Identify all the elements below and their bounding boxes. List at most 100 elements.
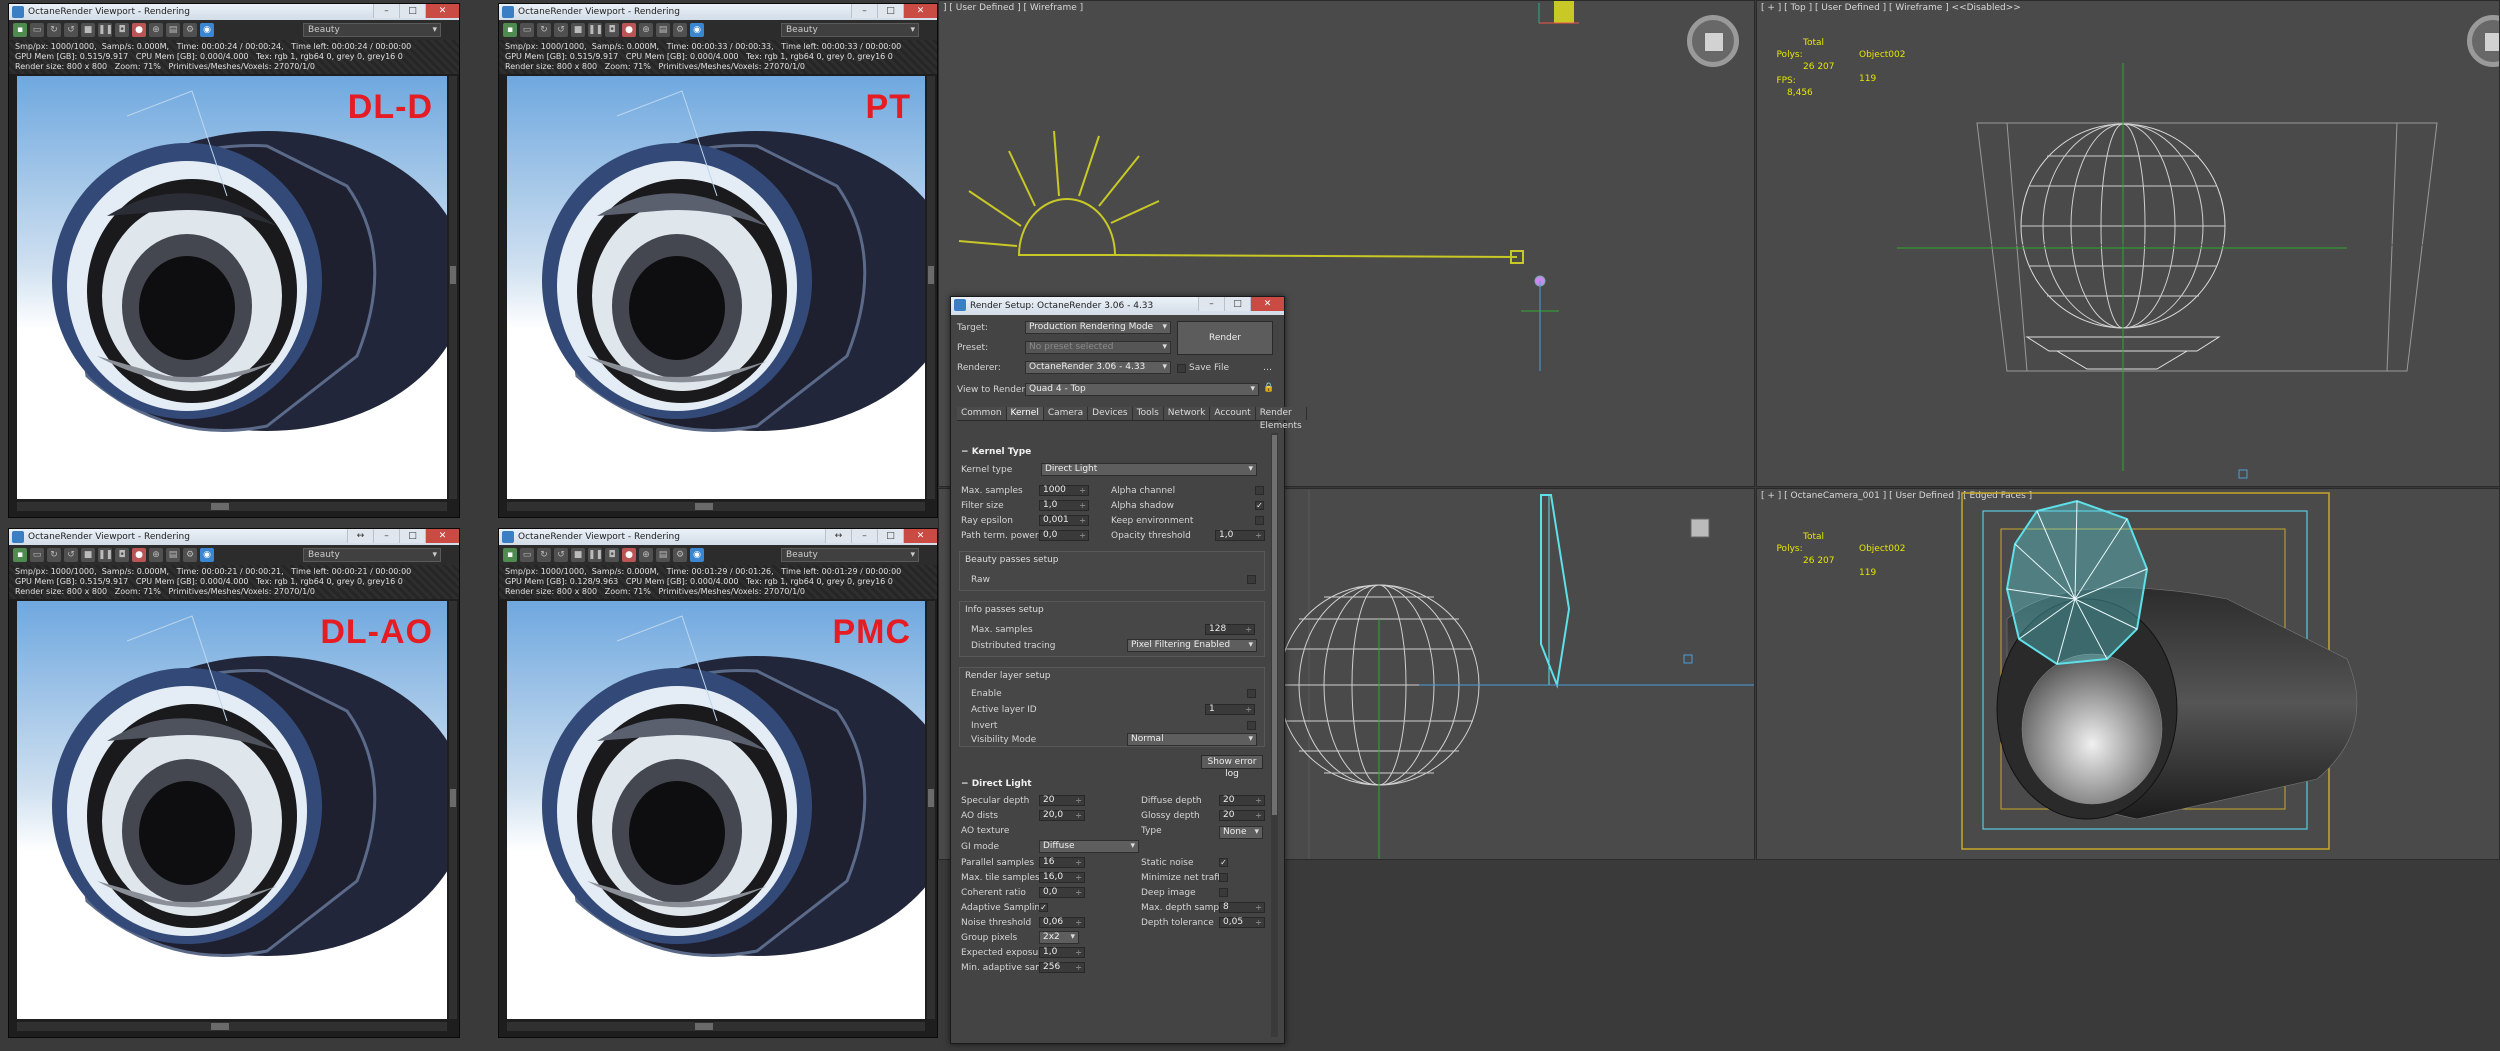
stop-icon[interactable]: ■ — [571, 548, 585, 562]
focus-picker-icon[interactable]: ⊕ — [149, 23, 163, 37]
raw-checkbox[interactable] — [1247, 575, 1256, 584]
close-button[interactable]: ✕ — [425, 529, 459, 543]
viewcube-icon[interactable] — [1687, 15, 1739, 67]
enable-checkbox[interactable] — [1247, 689, 1256, 698]
horizontal-scrollbar[interactable] — [17, 502, 447, 511]
minimize-button[interactable]: – — [851, 529, 877, 543]
parallel-samples-spinner[interactable]: 16 — [1039, 857, 1085, 868]
depth-tolerance-spinner[interactable]: 0,05 — [1219, 917, 1265, 928]
min-adaptive-samples-spinner[interactable]: 256 — [1039, 962, 1085, 973]
maximize-button[interactable]: □ — [399, 4, 425, 18]
save-file-checkbox[interactable] — [1177, 364, 1186, 373]
restart-icon[interactable]: ↺ — [554, 548, 568, 562]
horizontal-scrollbar[interactable] — [507, 1022, 925, 1031]
close-button[interactable]: ✕ — [1250, 297, 1284, 311]
noise-threshold-spinner[interactable]: 0,06 — [1039, 917, 1085, 928]
camera-icon[interactable]: ◉ — [200, 23, 214, 37]
alpha-channel-checkbox[interactable] — [1255, 486, 1264, 495]
target-select[interactable]: Production Rendering Mode — [1025, 321, 1171, 334]
opacity-threshold-spinner[interactable]: 1,0 — [1215, 530, 1265, 541]
lock-icon[interactable]: ◘ — [115, 548, 129, 562]
deep-image-checkbox[interactable] — [1219, 888, 1228, 897]
lock-icon[interactable]: ◘ — [115, 23, 129, 37]
keep-environment-checkbox[interactable] — [1255, 516, 1264, 525]
copy-icon[interactable]: ▭ — [30, 23, 44, 37]
restart-icon[interactable]: ↺ — [554, 23, 568, 37]
type-select[interactable]: None — [1219, 826, 1263, 839]
vertical-scrollbar[interactable] — [927, 601, 935, 1019]
settings-icon[interactable]: ⚙ — [183, 23, 197, 37]
render-canvas[interactable]: DL-AO — [17, 601, 447, 1019]
active-layer-spinner[interactable]: 1 — [1205, 704, 1255, 715]
region-icon[interactable]: ▤ — [166, 23, 180, 37]
ao-dist-spinner[interactable]: 20,0 — [1039, 810, 1085, 821]
save-image-icon[interactable]: ▪ — [503, 548, 517, 562]
focus-picker-icon[interactable]: ⊕ — [639, 23, 653, 37]
render-setup-scrollbar[interactable] — [1271, 433, 1278, 1037]
maximize-button[interactable]: □ — [877, 4, 903, 18]
render-canvas[interactable]: DL-D — [17, 76, 447, 499]
settings-icon[interactable]: ⚙ — [673, 548, 687, 562]
render-setup-dialog[interactable]: Render Setup: OctaneRender 3.06 - 4.33 –… — [950, 296, 1307, 1044]
octane-viewport-window[interactable]: OctaneRender Viewport - Rendering ↔ – □ ✕ ▪… — [8, 528, 460, 1038]
pause-icon[interactable]: ❚❚ — [98, 23, 113, 37]
restart-icon[interactable]: ↺ — [64, 548, 78, 562]
save-image-icon[interactable]: ▪ — [503, 23, 517, 37]
adaptive-sampling-checkbox[interactable]: ✓ — [1039, 903, 1048, 912]
preset-select[interactable]: No preset selected — [1025, 341, 1171, 354]
copy-icon[interactable]: ▭ — [520, 23, 534, 37]
tab-camera[interactable]: Camera — [1043, 407, 1089, 420]
filter-size-spinner[interactable]: 1,0 — [1039, 500, 1089, 511]
render-button[interactable]: Render — [1177, 321, 1273, 355]
minimize-button[interactable]: – — [1198, 297, 1224, 311]
camera-icon[interactable]: ◉ — [690, 23, 704, 37]
glossy-depth-spinner[interactable]: 20 — [1219, 810, 1265, 821]
tab-account[interactable]: Account — [1210, 407, 1256, 420]
copy-icon[interactable]: ▭ — [30, 548, 44, 562]
render-pass-select[interactable]: Beauty — [303, 548, 441, 562]
expected-exposure-spinner[interactable]: 1,0 — [1039, 947, 1085, 958]
stop-icon[interactable]: ■ — [571, 23, 585, 37]
vertical-scrollbar[interactable] — [449, 76, 457, 499]
tab-kernel[interactable]: Kernel — [1006, 407, 1044, 420]
render-canvas[interactable]: PMC — [507, 601, 925, 1019]
focus-picker-icon[interactable]: ⊕ — [149, 548, 163, 562]
rollout-direct-light[interactable]: − Direct Light — [961, 779, 1032, 789]
window-title-bar[interactable]: OctaneRender Viewport - Rendering – □ ✕ — [499, 4, 937, 20]
lock-icon[interactable]: ◘ — [605, 23, 619, 37]
recompile-icon[interactable]: ↻ — [47, 548, 61, 562]
tab-devices[interactable]: Devices — [1088, 407, 1133, 420]
render-pass-select[interactable]: Beauty — [303, 23, 441, 37]
info-max-samples-spinner[interactable]: 128 — [1205, 624, 1255, 635]
minimize-button[interactable]: – — [373, 529, 399, 543]
minimize-button[interactable]: – — [851, 4, 877, 18]
settings-icon[interactable]: ⚙ — [673, 23, 687, 37]
window-title-bar[interactable]: OctaneRender Viewport - Rendering ↔ – □ ✕ — [9, 529, 459, 545]
maximize-button[interactable]: □ — [1224, 297, 1250, 311]
max-samples-spinner[interactable]: 1000 — [1039, 485, 1089, 496]
more-options-icon[interactable]: … — [1263, 363, 1272, 373]
view-to-render-select[interactable]: Quad 4 - Top — [1025, 383, 1259, 396]
distributed-tracing-select[interactable]: Pixel Filtering Enabled — [1127, 639, 1257, 652]
lock-view-icon[interactable]: 🔒 — [1263, 383, 1274, 393]
save-image-icon[interactable]: ▪ — [13, 23, 27, 37]
minimize-net-traffic-checkbox[interactable] — [1219, 873, 1228, 882]
stop-icon[interactable]: ■ — [81, 23, 95, 37]
restart-icon[interactable]: ↺ — [64, 23, 78, 37]
maximize-button[interactable]: □ — [877, 529, 903, 543]
recompile-icon[interactable]: ↻ — [47, 23, 61, 37]
save-image-icon[interactable]: ▪ — [13, 548, 27, 562]
minimize-button[interactable]: – — [373, 4, 399, 18]
material-picker-icon[interactable]: ● — [132, 23, 146, 37]
maximize-button[interactable]: □ — [399, 529, 425, 543]
octane-viewport-window[interactable]: OctaneRender Viewport - Rendering – □ ✕ ▪ ▭… — [498, 3, 938, 518]
render-pass-select[interactable]: Beauty — [781, 548, 919, 562]
kernel-type-select[interactable]: Direct Light — [1041, 463, 1257, 476]
show-error-log-button[interactable]: Show error log — [1201, 755, 1263, 779]
close-button[interactable]: ✕ — [903, 529, 937, 543]
tab-network[interactable]: Network — [1163, 407, 1211, 420]
recompile-icon[interactable]: ↻ — [537, 548, 551, 562]
renderer-select[interactable]: OctaneRender 3.06 - 4.33 — [1025, 361, 1171, 374]
camera-icon[interactable]: ◉ — [200, 548, 214, 562]
material-picker-icon[interactable]: ● — [622, 548, 636, 562]
